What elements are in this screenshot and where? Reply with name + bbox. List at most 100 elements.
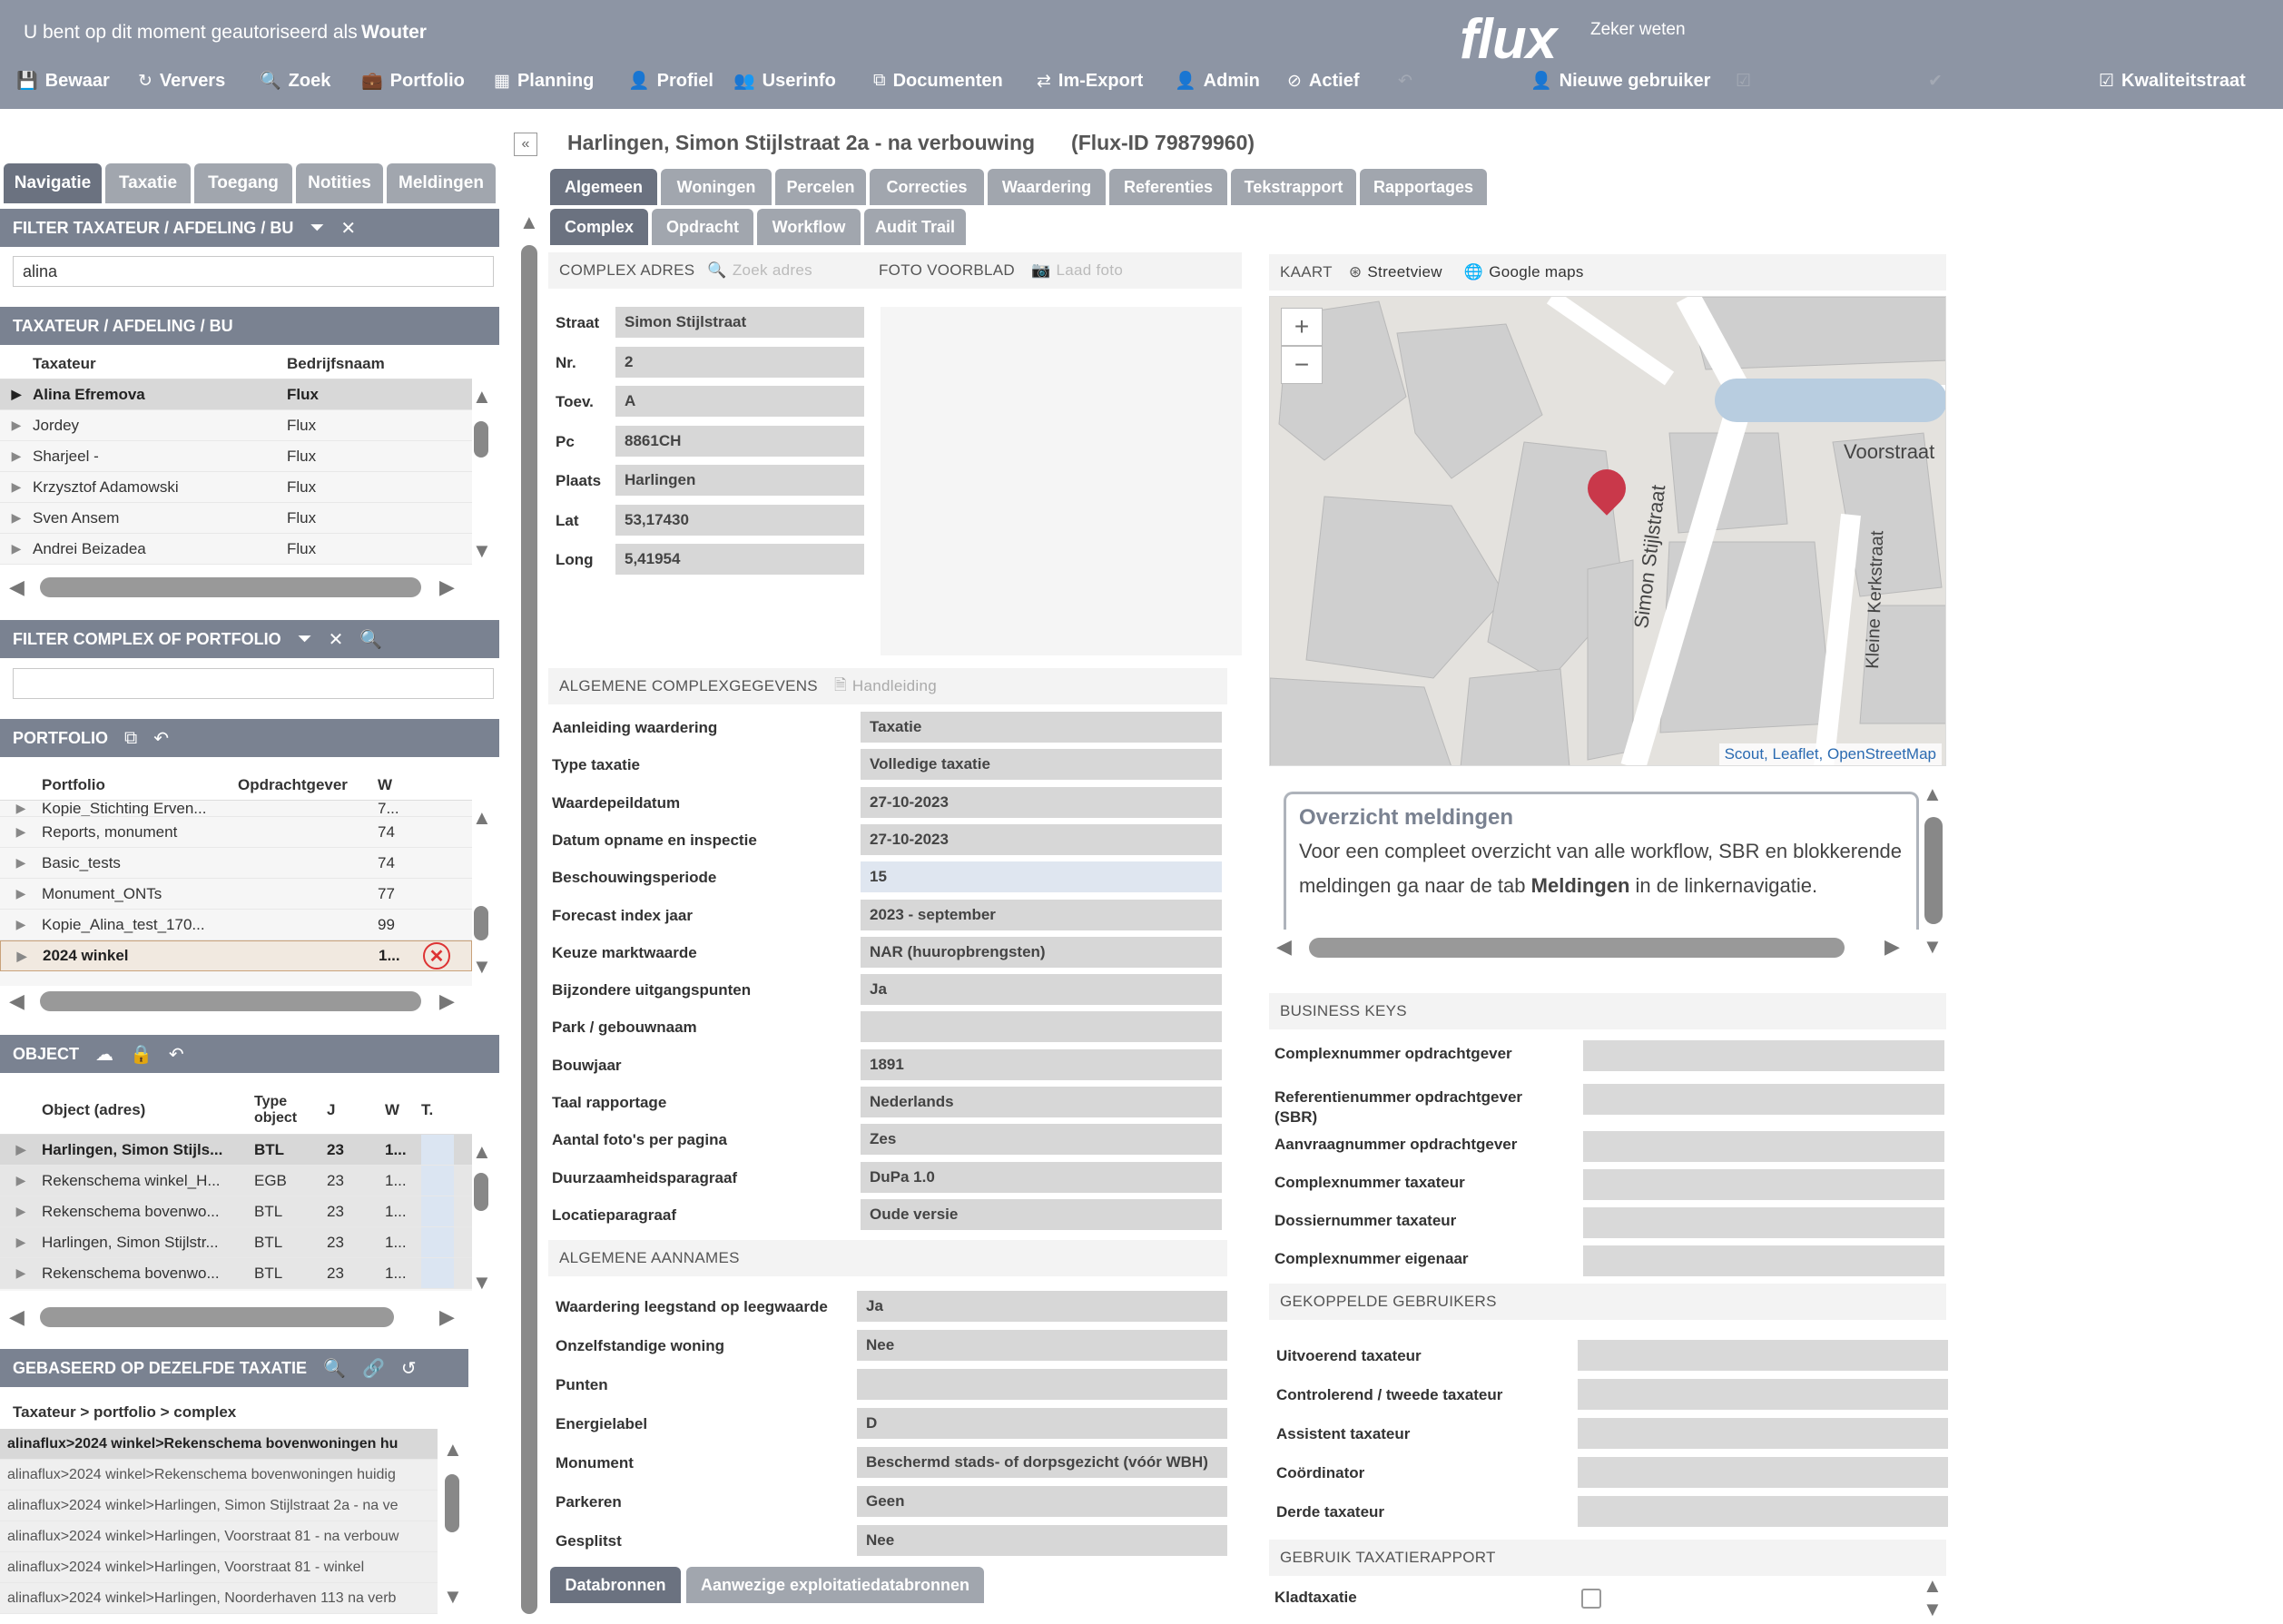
scroll-up-icon[interactable]: ▲ [472,385,492,408]
algemene-field[interactable]: Taxatie [861,712,1222,743]
aannames-field[interactable]: Ja [857,1291,1227,1322]
document-icon[interactable]: 🗎 [834,674,847,700]
gebaseerd-row[interactable]: alinaflux>2024 winkel>Rekenschema bovenw… [0,1429,438,1460]
algemene-field[interactable]: Nederlands [861,1087,1222,1117]
object-row[interactable]: ▶ Harlingen, Simon Stijls... BTL 23 1... [0,1135,472,1166]
portfolio-row[interactable]: ▶ Basic_tests 74 [0,848,472,879]
object-row[interactable]: ▶ Rekenschema bovenwo... BTL 23 1... [0,1258,472,1289]
history-icon[interactable]: ↺ [401,1357,417,1380]
scroll-up-icon[interactable]: ▲ [1923,782,1943,806]
subtab-complex[interactable]: Complex [550,209,648,245]
gekoppelde-field[interactable] [1578,1418,1948,1449]
vertical-scrollbar[interactable] [474,1173,488,1211]
algemene-field[interactable]: 27-10-2023 [861,823,1222,855]
address-field-long[interactable]: 5,41954 [615,544,864,575]
aannames-field[interactable]: Beschermd stads- of dorpsgezicht (vóór W… [857,1447,1227,1478]
address-field-lat[interactable]: 53,17430 [615,504,864,536]
algemene-field[interactable] [861,1011,1222,1043]
main-scroll-up-icon[interactable]: ▲ [519,211,539,234]
scroll-up-icon[interactable]: ▲ [472,1140,492,1164]
scroll-left-icon[interactable]: ◀ [9,989,25,1013]
taxateur-row[interactable]: ▶ Sharjeel - Flux [0,441,472,472]
object-row[interactable]: ▶ Harlingen, Simon Stijlstr... BTL 23 1... [0,1227,472,1258]
business-key-field[interactable] [1583,1131,1944,1162]
business-key-field[interactable] [1583,1207,1944,1238]
subtab-audit-trail[interactable]: Audit Trail [864,209,966,245]
toolbar-portfolio-button[interactable]: 💼 Portfolio [361,67,465,94]
tab-tekstrapport[interactable]: Tekstrapport [1231,169,1356,205]
toolbar-userinfo-button[interactable]: 👥 Userinfo [733,67,836,94]
aannames-field[interactable]: D [857,1408,1227,1439]
cloud-upload-icon[interactable]: ☁ [95,1043,113,1066]
bottom-tab-databronnen[interactable]: Databronnen [550,1567,681,1603]
address-field-toev[interactable]: A [615,386,864,417]
scroll-down-icon[interactable]: ▼ [472,539,492,563]
gekoppelde-field[interactable] [1578,1379,1948,1410]
camera-icon[interactable]: 📷 [1031,261,1050,280]
tab-algemeen[interactable]: Algemeen [550,169,657,205]
algemene-field[interactable]: Volledige taxatie [861,749,1222,781]
bottom-tab-exploitatiedatabronnen[interactable]: Aanwezige exploitatiedatabronnen [686,1567,984,1603]
horizontal-scrollbar[interactable] [40,991,421,1011]
copy-icon[interactable]: ⧉ [124,728,137,749]
gebaseerd-row[interactable]: alinaflux>2024 winkel>Harlingen, Voorstr… [0,1552,438,1583]
gekoppelde-field[interactable] [1578,1496,1948,1527]
algemene-field[interactable]: Zes [861,1124,1222,1156]
tab-percelen[interactable]: Percelen [775,169,866,205]
scroll-left-icon[interactable]: ◀ [1276,935,1292,959]
search-icon[interactable]: 🔍 [323,1357,346,1380]
aannames-field[interactable]: Nee [857,1330,1227,1361]
gekoppelde-field[interactable] [1578,1340,1948,1371]
undo-icon[interactable]: ↶ [169,1043,184,1066]
filter-taxateur-input[interactable]: alina [13,256,494,287]
address-field-plaats[interactable]: Harlingen [615,465,864,496]
scroll-right-icon[interactable]: ▶ [439,1305,455,1329]
vertical-scrollbar[interactable] [445,1474,459,1532]
tab-correcties[interactable]: Correcties [870,169,984,205]
toolbar-profiel-button[interactable]: 👤 Profiel [628,67,713,94]
address-field-pc[interactable]: 8861CH [615,425,864,457]
tab-referenties[interactable]: Referenties [1109,169,1227,205]
toolbar-ververs-button[interactable]: ↻ Ververs [138,67,225,94]
handleiding-link[interactable]: Handleiding [852,677,937,695]
algemene-field[interactable]: DuPa 1.0 [861,1161,1222,1193]
horizontal-scrollbar[interactable] [1309,938,1845,958]
aannames-field[interactable] [857,1369,1227,1400]
portfolio-row[interactable]: ▶ Kopie_Alina_test_170... 99 [0,910,472,940]
left-tab-navigatie[interactable]: Navigatie [4,163,102,203]
portfolio-row[interactable]: ▶ 2024 winkel 1... [0,940,472,971]
tab-rapportages[interactable]: Rapportages [1360,169,1487,205]
tab-waardering[interactable]: Waardering [988,169,1106,205]
toolbar-admin-button[interactable]: 👤 Admin [1175,67,1260,94]
kladtaxatie-checkbox[interactable] [1581,1589,1601,1609]
scroll-right-icon[interactable]: ▶ [439,576,455,599]
scroll-right-icon[interactable]: ▶ [1884,935,1900,959]
address-field-nr[interactable]: 2 [615,346,864,378]
algemene-field[interactable]: 15 [861,861,1222,893]
undo-icon[interactable]: ↶ [153,727,169,750]
subtab-workflow[interactable]: Workflow [757,209,861,245]
gebaseerd-row[interactable]: alinaflux>2024 winkel>Harlingen, Noorder… [0,1583,438,1614]
scroll-down-icon[interactable]: ▼ [472,955,492,979]
filter-icon[interactable]: ⏷ [310,218,324,239]
taxateur-row[interactable]: ▶ Jordey Flux [0,410,472,441]
remove-icon[interactable]: ✕ [423,942,450,969]
clear-filter-icon[interactable]: ✕ [340,217,356,240]
scroll-left-icon[interactable]: ◀ [9,576,25,599]
meldingen-link[interactable]: Meldingen [1531,874,1630,897]
toolbar-planning-button[interactable]: ▦ Planning [494,67,594,94]
search-icon[interactable]: 🔍 [707,261,726,280]
zoek-adres-link[interactable]: Zoek adres [733,261,812,280]
algemene-field[interactable]: 27-10-2023 [861,786,1222,818]
main-vertical-scrollbar[interactable] [521,245,537,1614]
filter-icon[interactable]: ⏷ [298,629,312,650]
link-icon[interactable]: 🔗 [362,1357,385,1380]
scroll-down-icon[interactable]: ▼ [1923,1598,1943,1621]
left-tab-taxatie[interactable]: Taxatie [105,163,191,203]
toolbar-undo-button[interactable]: ↶ [1398,67,1412,94]
vertical-scrollbar[interactable] [1924,817,1943,924]
address-field-straat[interactable]: Simon Stijlstraat [615,307,864,338]
aannames-field[interactable]: Nee [857,1525,1227,1556]
filter-complex-input[interactable] [13,668,494,699]
left-tab-toegang[interactable]: Toegang [194,163,292,203]
